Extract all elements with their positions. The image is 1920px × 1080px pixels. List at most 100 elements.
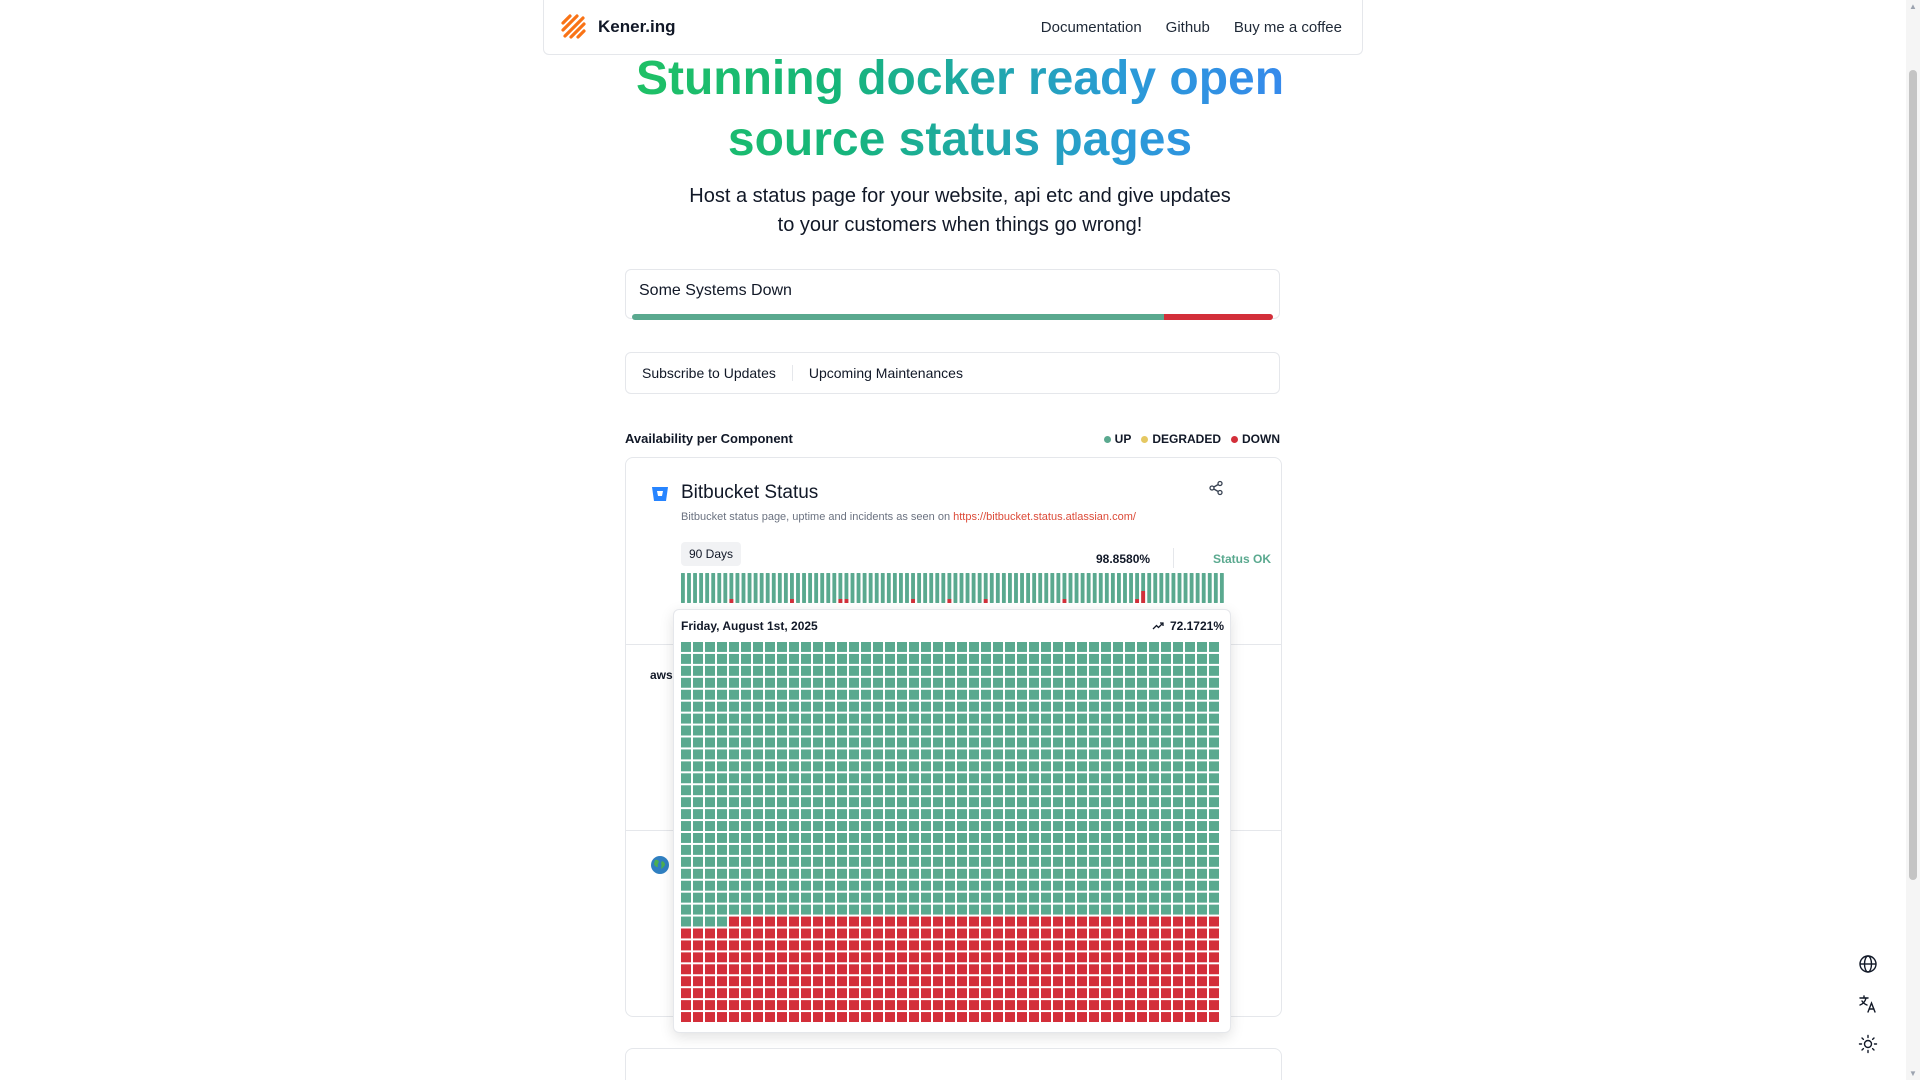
minute-cell[interactable]: [741, 844, 751, 855]
brand[interactable]: Kener.ing: [558, 11, 675, 43]
minute-cell[interactable]: [1005, 737, 1015, 748]
minute-cell[interactable]: [729, 892, 739, 903]
minute-cell[interactable]: [729, 904, 739, 915]
minute-cell[interactable]: [1185, 1000, 1195, 1011]
minute-cell[interactable]: [1185, 821, 1195, 831]
minute-cell[interactable]: [1017, 701, 1027, 712]
minute-cell[interactable]: [1005, 653, 1015, 664]
minute-cell[interactable]: [1173, 725, 1183, 736]
minute-cell[interactable]: [969, 856, 979, 867]
minute-cell[interactable]: [1017, 904, 1027, 915]
minute-cell[interactable]: [1161, 665, 1171, 676]
minute-cell[interactable]: [1089, 642, 1099, 652]
minute-cell[interactable]: [1209, 904, 1219, 915]
minute-cell[interactable]: [1161, 713, 1171, 724]
minute-cell[interactable]: [1041, 821, 1051, 831]
minute-cell[interactable]: [993, 642, 1003, 652]
minute-cell[interactable]: [1125, 749, 1135, 760]
minute-cell[interactable]: [849, 653, 859, 664]
minute-cell[interactable]: [1089, 665, 1099, 676]
minute-cell[interactable]: [1209, 844, 1219, 855]
minute-cell[interactable]: [1113, 844, 1123, 855]
minute-cell[interactable]: [849, 809, 859, 820]
day-bar[interactable]: [983, 573, 988, 603]
minute-cell[interactable]: [681, 821, 691, 831]
minute-cell[interactable]: [1185, 785, 1195, 796]
minute-cell[interactable]: [1113, 809, 1123, 820]
minute-cell[interactable]: [993, 833, 1003, 843]
minute-cell[interactable]: [753, 844, 763, 855]
minute-cell[interactable]: [1209, 749, 1219, 760]
minute-cell[interactable]: [909, 689, 919, 700]
minute-cell[interactable]: [885, 833, 895, 843]
minute-cell[interactable]: [777, 833, 787, 843]
minute-cell[interactable]: [1197, 773, 1207, 784]
minute-cell[interactable]: [897, 677, 907, 688]
day-bar[interactable]: [699, 573, 704, 603]
minute-cell[interactable]: [717, 725, 727, 736]
minute-cell[interactable]: [801, 773, 811, 784]
minute-cell[interactable]: [717, 821, 727, 831]
minute-cell[interactable]: [861, 809, 871, 820]
minute-cell[interactable]: [1041, 844, 1051, 855]
minute-cell[interactable]: [825, 653, 835, 664]
minute-cell[interactable]: [753, 964, 763, 975]
minute-cell[interactable]: [1173, 833, 1183, 843]
minute-cell[interactable]: [921, 868, 931, 879]
minute-cell[interactable]: [1017, 976, 1027, 987]
minute-cell[interactable]: [873, 809, 883, 820]
minute-cell[interactable]: [1185, 988, 1195, 999]
minute-cell[interactable]: [681, 976, 691, 987]
minute-cell[interactable]: [957, 785, 967, 796]
minute-cell[interactable]: [1209, 821, 1219, 831]
minute-cell[interactable]: [777, 940, 787, 951]
minute-cell[interactable]: [1053, 785, 1063, 796]
minute-cell[interactable]: [753, 749, 763, 760]
minute-cell[interactable]: [1209, 737, 1219, 748]
minute-cell[interactable]: [765, 964, 775, 975]
minute-cell[interactable]: [897, 749, 907, 760]
day-bar[interactable]: [723, 573, 728, 603]
minute-cell[interactable]: [1113, 1000, 1123, 1011]
minute-cell[interactable]: [681, 749, 691, 760]
minute-cell[interactable]: [885, 892, 895, 903]
minute-cell[interactable]: [1137, 1000, 1147, 1011]
minute-cell[interactable]: [1149, 773, 1159, 784]
minute-cell[interactable]: [705, 665, 715, 676]
minute-cell[interactable]: [741, 868, 751, 879]
minute-cell[interactable]: [1089, 821, 1099, 831]
minute-cell[interactable]: [705, 773, 715, 784]
minute-cell[interactable]: [1185, 737, 1195, 748]
minute-cell[interactable]: [1173, 749, 1183, 760]
minute-cell[interactable]: [825, 725, 835, 736]
minute-cell[interactable]: [909, 988, 919, 999]
minute-cell[interactable]: [1053, 880, 1063, 891]
minute-cell[interactable]: [945, 964, 955, 975]
minute-cell[interactable]: [801, 785, 811, 796]
minute-cell[interactable]: [1125, 701, 1135, 712]
minute-cell[interactable]: [1209, 701, 1219, 712]
minute-cell[interactable]: [717, 868, 727, 879]
minute-cell[interactable]: [1173, 940, 1183, 951]
nav-link-documentation[interactable]: Documentation: [1041, 19, 1142, 36]
minute-cell[interactable]: [993, 928, 1003, 939]
globe-language-icon[interactable]: [1858, 954, 1878, 974]
minute-cell[interactable]: [705, 904, 715, 915]
minute-cell[interactable]: [681, 868, 691, 879]
minute-cell[interactable]: [753, 821, 763, 831]
day-bar[interactable]: [911, 573, 915, 603]
day-bar[interactable]: [886, 573, 891, 603]
minute-cell[interactable]: [945, 904, 955, 915]
nav-link-github[interactable]: Github: [1166, 19, 1210, 36]
minute-cell[interactable]: [1137, 761, 1147, 772]
minute-cell[interactable]: [933, 940, 943, 951]
minute-cell[interactable]: [753, 868, 763, 879]
minute-cell[interactable]: [1101, 665, 1111, 676]
minute-cell[interactable]: [1185, 773, 1195, 784]
minute-cell[interactable]: [921, 773, 931, 784]
minute-cell[interactable]: [693, 773, 703, 784]
minute-cell[interactable]: [789, 868, 799, 879]
minute-cell[interactable]: [837, 642, 847, 652]
minute-cell[interactable]: [693, 642, 703, 652]
minute-cell[interactable]: [837, 856, 847, 867]
